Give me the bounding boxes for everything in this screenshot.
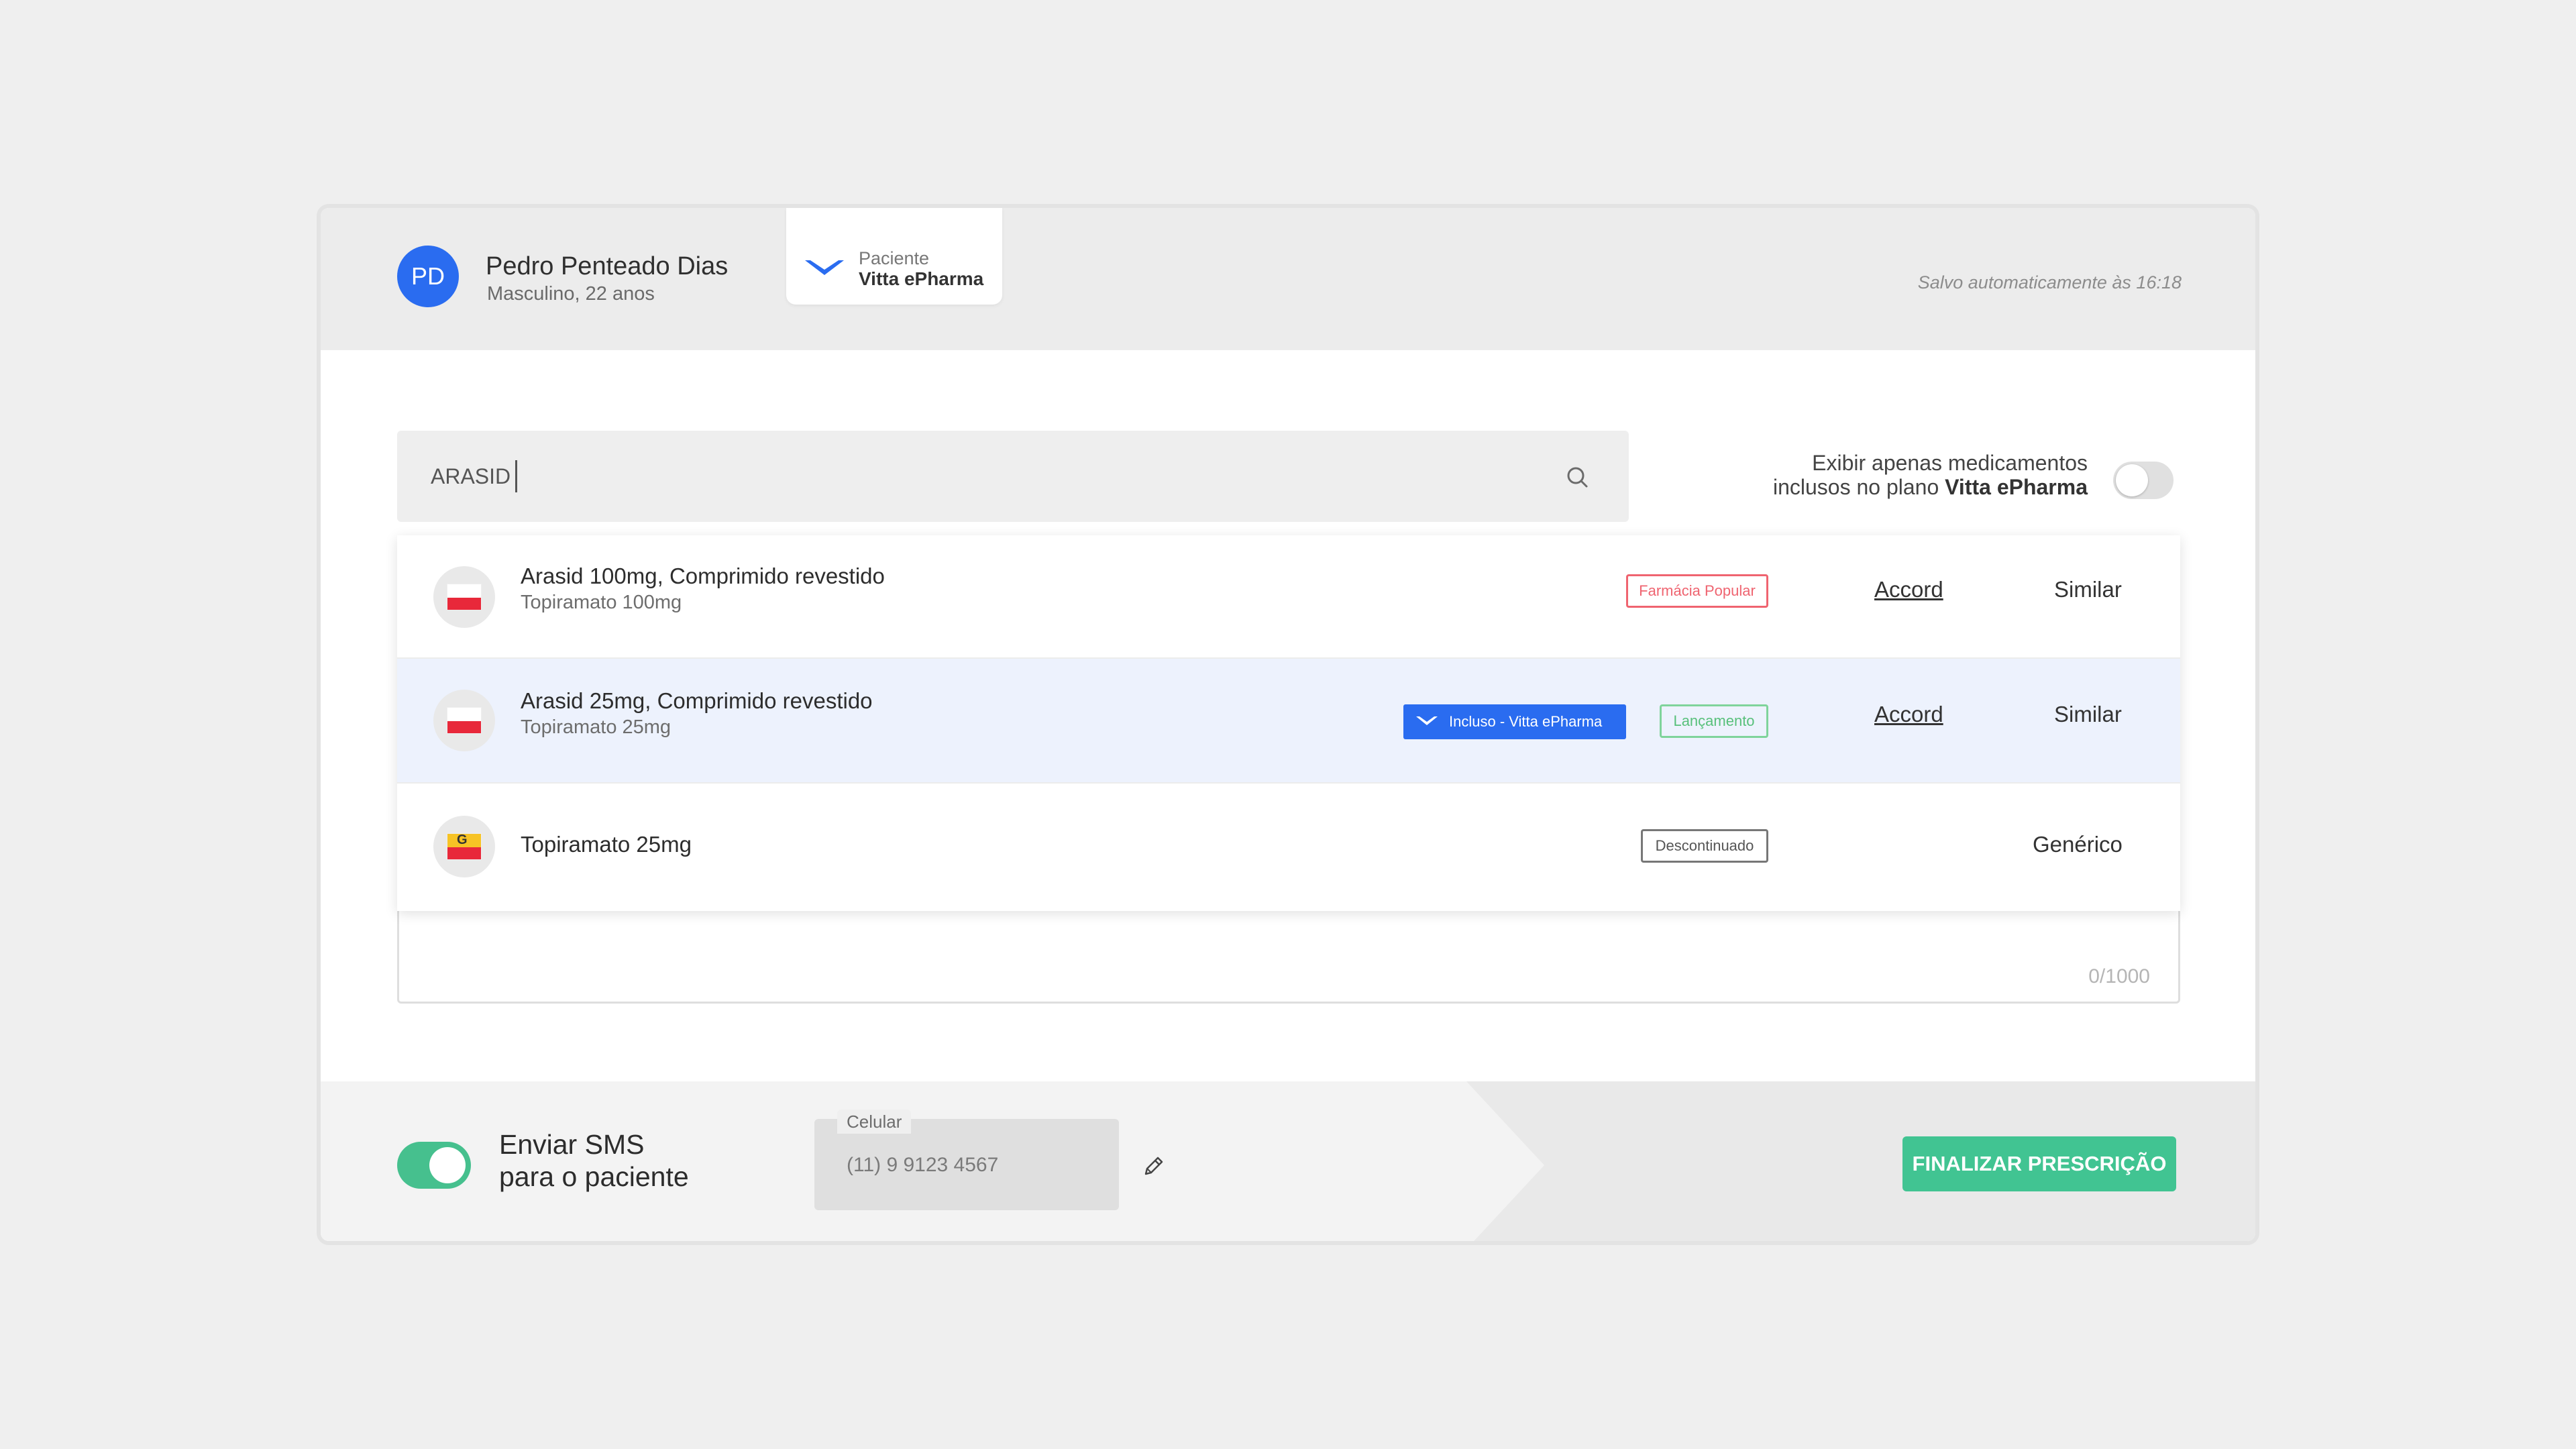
prescription-card: PD Pedro Penteado Dias Masculino, 22 ano…: [317, 204, 2259, 1245]
plan-filter-line1: Exibir apenas medicamentos: [1812, 451, 2088, 475]
medication-type: Genérico: [2033, 832, 2123, 857]
plan-label: Paciente: [859, 248, 930, 268]
result-row[interactable]: Arasid 100mg, Comprimido revestido Topir…: [397, 535, 2180, 659]
tag-descontinuado: Descontinuado: [1641, 829, 1768, 863]
lab-link[interactable]: Accord: [1874, 577, 1943, 602]
chevron-logo-icon: [1416, 716, 1438, 725]
result-row[interactable]: G Topiramato 25mg Descontinuado Genérico: [397, 784, 2180, 911]
medication-flag-icon: [447, 707, 482, 734]
medication-name: Topiramato 25mg: [521, 832, 692, 857]
avatar: PD: [397, 246, 459, 307]
brand-medication-icon: [433, 566, 495, 628]
medication-name: Arasid 100mg, Comprimido revestido: [521, 564, 885, 588]
medication-substance: Topiramato 25mg: [521, 716, 672, 738]
search-icon[interactable]: [1564, 464, 1591, 491]
generic-badge: G: [457, 833, 468, 847]
patient-header: PD Pedro Penteado Dias Masculino, 22 ano…: [321, 208, 2255, 350]
tag-lancamento: Lançamento: [1660, 704, 1768, 738]
medication-flag-icon: [447, 584, 482, 610]
toggle-knob: [429, 1147, 466, 1183]
sms-toggle[interactable]: [397, 1142, 471, 1189]
search-input[interactable]: [431, 458, 1504, 495]
patient-name: Pedro Penteado Dias: [486, 252, 729, 280]
medication-name: Arasid 25mg, Comprimido revestido: [521, 688, 873, 713]
plan-filter-plan: Vitta ePharma: [1945, 475, 2088, 499]
char-counter: 0/1000: [2088, 965, 2150, 987]
search-results: Arasid 100mg, Comprimido revestido Topir…: [397, 535, 2180, 911]
plan-filter-label: Exibir apenas medicamentos inclusos no p…: [1766, 451, 2088, 499]
phone-value: (11) 9 9123 4567: [847, 1154, 999, 1176]
tag-included-plan: Incluso - Vitta ePharma: [1403, 704, 1626, 739]
sms-label-line2: para o paciente: [499, 1161, 689, 1192]
autosave-status: Salvo automaticamente às 16:18: [1917, 272, 2182, 292]
result-row[interactable]: Arasid 25mg, Comprimido revestido Topira…: [397, 659, 2180, 784]
lab-link[interactable]: Accord: [1874, 702, 1943, 727]
plan-filter-toggle[interactable]: [2113, 462, 2174, 499]
sms-label: Enviar SMS para o paciente: [499, 1128, 741, 1193]
plan-name: Vitta ePharma: [859, 268, 984, 289]
tag-included-label: Incluso - Vitta ePharma: [1449, 713, 1603, 730]
medication-substance: Topiramato 100mg: [521, 592, 682, 613]
medication-type: Similar: [2054, 702, 2122, 727]
medication-type: Similar: [2054, 577, 2122, 602]
tag-farmacia-popular: Farmácia Popular: [1626, 574, 1768, 608]
plan-filter-line2: inclusos no plano Vitta ePharma: [1766, 475, 2088, 499]
toggle-knob: [2116, 464, 2148, 496]
pencil-icon[interactable]: [1142, 1154, 1166, 1178]
patient-info: Masculino, 22 anos: [487, 283, 655, 305]
text-caret: [515, 460, 517, 492]
plan-badge: Paciente Vitta ePharma: [786, 208, 1002, 305]
plan-filter-prefix: inclusos no plano: [1772, 475, 1939, 499]
footer-bar: Enviar SMS para o paciente Celular (11) …: [321, 1081, 2255, 1241]
phone-field-label: Celular: [837, 1110, 912, 1134]
brand-medication-icon: [433, 690, 495, 751]
generic-medication-icon: G: [433, 816, 495, 877]
generic-flag-icon: G: [447, 833, 482, 860]
medication-search[interactable]: [397, 431, 1629, 522]
sms-label-line1: Enviar SMS: [499, 1129, 645, 1160]
finish-prescription-button[interactable]: FINALIZAR PRESCRIÇÃO: [1902, 1136, 2176, 1191]
chevron-logo-icon: [805, 260, 844, 275]
phone-field[interactable]: Celular (11) 9 9123 4567: [814, 1110, 1119, 1210]
